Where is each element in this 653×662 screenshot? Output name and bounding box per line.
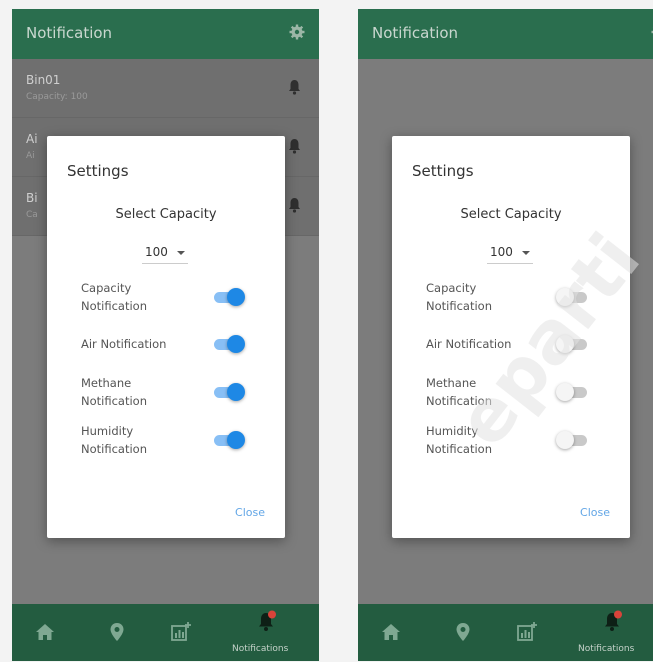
- capacity-select[interactable]: 100: [487, 243, 533, 264]
- app-title: Notification: [26, 24, 113, 42]
- gear-icon[interactable]: [289, 24, 305, 40]
- dialog-title: Settings: [412, 162, 474, 180]
- bottom-nav: Notifications: [12, 604, 319, 661]
- dialog-title: Settings: [67, 162, 129, 180]
- option-label: Humidity Notification: [81, 424, 147, 456]
- bin-capacity: Ca: [26, 210, 38, 220]
- location-pin-icon[interactable]: [106, 621, 128, 643]
- notification-badge: [614, 610, 622, 619]
- location-pin-icon[interactable]: [452, 621, 474, 643]
- home-icon[interactable]: [380, 621, 402, 643]
- option-label: Capacity Notification: [426, 281, 492, 313]
- select-capacity-label: Select Capacity: [460, 207, 562, 222]
- close-button[interactable]: Close: [580, 506, 610, 519]
- bell-icon[interactable]: [288, 197, 301, 213]
- phone-screen-left: Notification Bin01 Capacity: 100 Ai Ai B…: [12, 9, 319, 661]
- close-button[interactable]: Close: [235, 506, 265, 519]
- bell-icon[interactable]: [602, 610, 624, 632]
- air-notification-toggle[interactable]: [211, 334, 247, 354]
- nav-label-notifications[interactable]: Notifications: [232, 644, 288, 654]
- humidity-notification-row: Humidity Notification: [81, 422, 261, 462]
- option-label: Methane Notification: [81, 376, 147, 408]
- air-notification-row: Air Notification: [81, 335, 261, 375]
- select-capacity-label: Select Capacity: [115, 207, 217, 222]
- notification-badge: [268, 610, 276, 619]
- bin-name: Bin01: [26, 73, 61, 87]
- capacity-select[interactable]: 100: [142, 243, 188, 264]
- capacity-value: 100: [490, 245, 513, 259]
- home-icon[interactable]: [34, 621, 56, 643]
- capacity-notification-toggle[interactable]: [211, 287, 247, 307]
- bin-name: Ai: [26, 132, 38, 146]
- bottom-nav: Notifications: [358, 604, 653, 661]
- bin-capacity: Capacity: 100: [26, 92, 88, 102]
- bell-icon[interactable]: [288, 138, 301, 154]
- option-label: Air Notification: [81, 337, 167, 351]
- capacity-notification-row: Capacity Notification: [81, 279, 261, 319]
- app-bar: Notification: [358, 9, 653, 59]
- list-item[interactable]: Bin01 Capacity: 100: [12, 59, 319, 118]
- app-bar: Notification: [12, 9, 319, 59]
- bin-capacity: Ai: [26, 151, 35, 161]
- caret-down-icon: [522, 251, 530, 255]
- bell-icon[interactable]: [288, 79, 301, 95]
- option-label: Capacity Notification: [81, 281, 147, 313]
- capacity-value: 100: [145, 245, 168, 259]
- methane-notification-row: Methane Notification: [81, 374, 261, 414]
- nav-label-notifications[interactable]: Notifications: [578, 644, 634, 654]
- methane-notification-toggle[interactable]: [211, 382, 247, 402]
- bin-name: Bi: [26, 191, 38, 205]
- caret-down-icon: [177, 251, 185, 255]
- humidity-notification-toggle[interactable]: [211, 430, 247, 450]
- settings-dialog: Settings Select Capacity 100 Capacity No…: [47, 136, 285, 538]
- chart-add-icon[interactable]: [170, 621, 192, 643]
- bell-icon[interactable]: [256, 610, 278, 632]
- humidity-notification-toggle[interactable]: [556, 430, 592, 450]
- app-title: Notification: [372, 24, 459, 42]
- chart-add-icon[interactable]: [516, 621, 538, 643]
